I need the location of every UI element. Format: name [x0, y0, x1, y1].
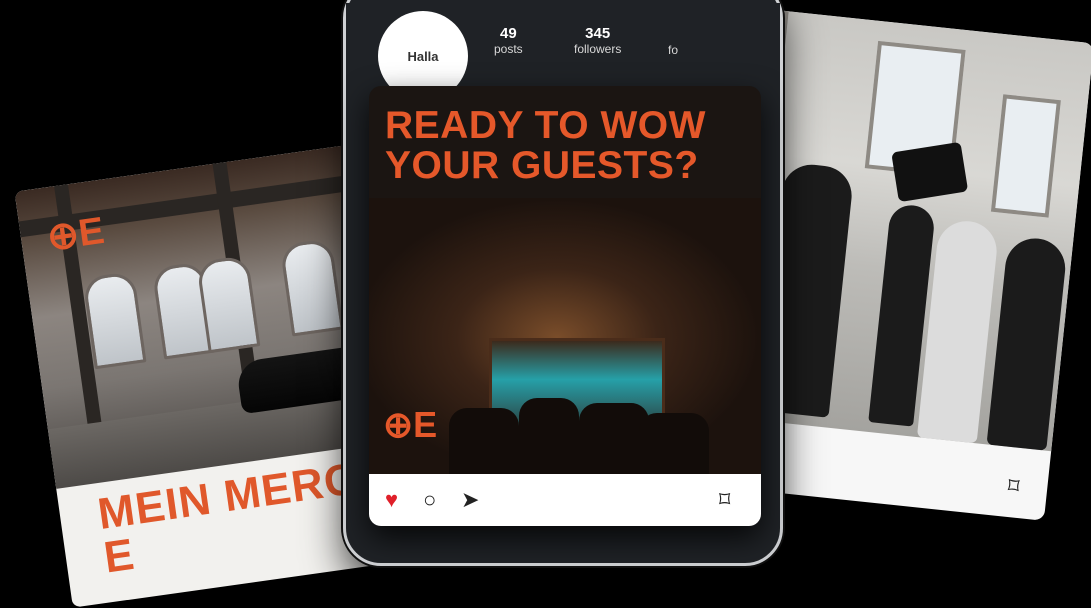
send-icon[interactable]: ➤ [461, 487, 479, 513]
posts-stat[interactable]: 49 posts [494, 25, 523, 56]
heart-icon[interactable]: ♥ [385, 487, 398, 513]
right-bookmark-icon[interactable]: ⌑ [1007, 473, 1021, 500]
post-headline: READY TO WOW YOUR GUESTS? [385, 104, 706, 187]
center-post-card[interactable]: READY TO WOW YOUR GUESTS? ⊕E ♥ ○ ➤ ⌑ [369, 86, 761, 526]
following-stat[interactable]: fo [668, 43, 678, 57]
followers-stat[interactable]: 345 followers [574, 25, 621, 56]
post-action-bar: ♥ ○ ➤ ⌑ [369, 474, 761, 526]
profile-header: Halla 49 posts 345 followers fo [346, 3, 780, 101]
comment-icon[interactable]: ○ [423, 487, 436, 513]
left-logo: ⊕E [44, 209, 107, 260]
post-logo: ⊕E [383, 404, 438, 445]
bookmark-icon[interactable]: ⌑ [719, 487, 730, 513]
